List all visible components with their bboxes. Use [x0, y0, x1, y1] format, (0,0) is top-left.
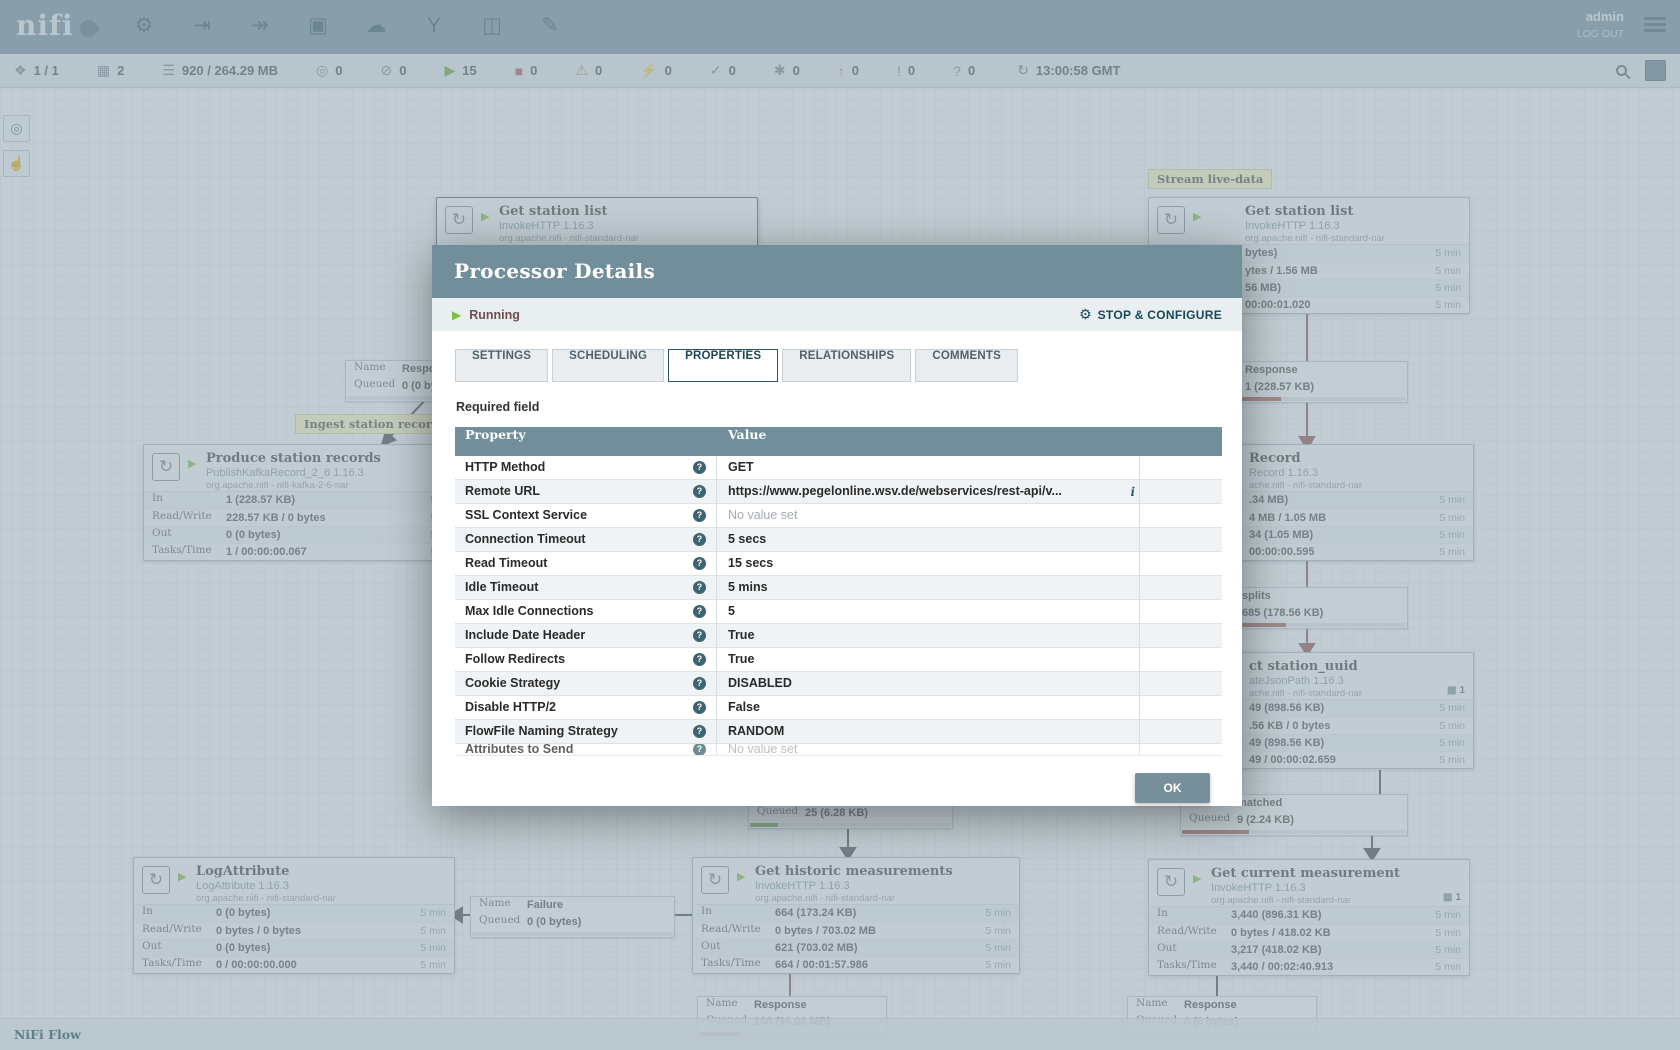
property-value[interactable]: GET	[728, 456, 1139, 479]
property-value[interactable]: True	[728, 624, 1139, 647]
help-icon[interactable]: ?	[693, 509, 706, 522]
stop-and-configure-button[interactable]: ⚙ STOP & CONFIGURE	[1079, 306, 1222, 323]
tab-scheduling[interactable]: SCHEDULING	[552, 349, 664, 382]
tab-relationships[interactable]: RELATIONSHIPS	[782, 349, 911, 382]
value-column-header: Value	[717, 427, 1140, 456]
property-value[interactable]: 5 secs	[728, 528, 1139, 551]
ok-button[interactable]: OK	[1135, 773, 1210, 803]
properties-table-header: Property Value	[455, 427, 1222, 456]
property-value[interactable]: No value set	[728, 504, 1139, 527]
property-row-connection-timeout[interactable]: Connection Timeout? 5 secs	[455, 528, 1222, 552]
property-name: FlowFile Naming Strategy	[465, 720, 693, 743]
processor-run-status: Running	[469, 308, 520, 322]
property-name: HTTP Method	[465, 456, 693, 479]
property-row-read-timeout[interactable]: Read Timeout? 15 secs	[455, 552, 1222, 576]
property-value[interactable]: 15 secs	[728, 552, 1139, 575]
property-value[interactable]: 5	[728, 600, 1139, 623]
property-row-include-date-header[interactable]: Include Date Header? True	[455, 624, 1222, 648]
help-icon[interactable]: ?	[693, 485, 706, 498]
property-row-remote-url[interactable]: Remote URL? https://www.pegelonline.wsv.…	[455, 480, 1222, 504]
property-row-follow-redirects[interactable]: Follow Redirects? True	[455, 648, 1222, 672]
property-value[interactable]: False	[728, 696, 1139, 719]
tab-settings[interactable]: SETTINGS	[455, 349, 548, 382]
property-row-flowfile-naming-strategy[interactable]: FlowFile Naming Strategy? RANDOM	[455, 720, 1222, 744]
property-value[interactable]: RANDOM	[728, 720, 1139, 743]
property-row-max-idle-connections[interactable]: Max Idle Connections? 5	[455, 600, 1222, 624]
help-icon[interactable]: ?	[693, 461, 706, 474]
help-icon[interactable]: ?	[693, 581, 706, 594]
help-icon[interactable]: ?	[693, 605, 706, 618]
property-value[interactable]: True	[728, 648, 1139, 671]
property-name: Follow Redirects	[465, 648, 693, 671]
tab-properties[interactable]: PROPERTIES	[668, 349, 778, 382]
help-icon[interactable]: ?	[693, 677, 706, 690]
property-value[interactable]: No value set	[728, 744, 1139, 756]
help-icon[interactable]: ?	[693, 725, 706, 738]
help-icon[interactable]: ?	[693, 653, 706, 666]
property-name: Cookie Strategy	[465, 672, 693, 695]
properties-table: Property Value HTTP Method? GET Remote U…	[455, 427, 1222, 756]
property-name: Idle Timeout	[465, 576, 693, 599]
help-icon[interactable]: ?	[693, 629, 706, 642]
property-column-header: Property	[455, 427, 717, 456]
dialog-status-bar: ▶ Running ⚙ STOP & CONFIGURE	[432, 298, 1242, 331]
property-row-cookie-strategy[interactable]: Cookie Strategy? DISABLED	[455, 672, 1222, 696]
help-icon[interactable]: ?	[693, 701, 706, 714]
tab-comments[interactable]: COMMENTS	[915, 349, 1018, 382]
property-row-ssl-context-service[interactable]: SSL Context Service? No value set	[455, 504, 1222, 528]
property-name: Read Timeout	[465, 552, 693, 575]
dialog-tabs: SETTINGS SCHEDULING PROPERTIES RELATIONS…	[455, 349, 1242, 382]
stop-configure-icon: ⚙	[1079, 306, 1092, 323]
help-icon[interactable]: ?	[693, 533, 706, 546]
help-icon[interactable]: ?	[693, 744, 706, 756]
running-status-icon: ▶	[452, 308, 461, 322]
property-row-attributes-to-send[interactable]: Attributes to Send? No value set	[455, 744, 1222, 756]
property-value[interactable]: https://www.pegelonline.wsv.de/webservic…	[728, 480, 1123, 503]
property-name: Disable HTTP/2	[465, 696, 693, 719]
property-name: Attributes to Send	[465, 744, 693, 756]
property-name: Include Date Header	[465, 624, 693, 647]
property-name: SSL Context Service	[465, 504, 693, 527]
required-field-label: Required field	[456, 400, 1242, 414]
dialog-title: Processor Details	[432, 245, 1242, 298]
info-icon[interactable]: i	[1123, 485, 1139, 499]
property-value[interactable]: DISABLED	[728, 672, 1139, 695]
property-row-disable-http2[interactable]: Disable HTTP/2? False	[455, 696, 1222, 720]
property-row-idle-timeout[interactable]: Idle Timeout? 5 mins	[455, 576, 1222, 600]
property-value[interactable]: 5 mins	[728, 576, 1139, 599]
property-name: Max Idle Connections	[465, 600, 693, 623]
property-name: Remote URL	[465, 480, 693, 503]
property-row-http-method[interactable]: HTTP Method? GET	[455, 456, 1222, 480]
processor-details-dialog: Processor Details ▶ Running ⚙ STOP & CON…	[432, 245, 1242, 806]
help-icon[interactable]: ?	[693, 557, 706, 570]
property-name: Connection Timeout	[465, 528, 693, 551]
